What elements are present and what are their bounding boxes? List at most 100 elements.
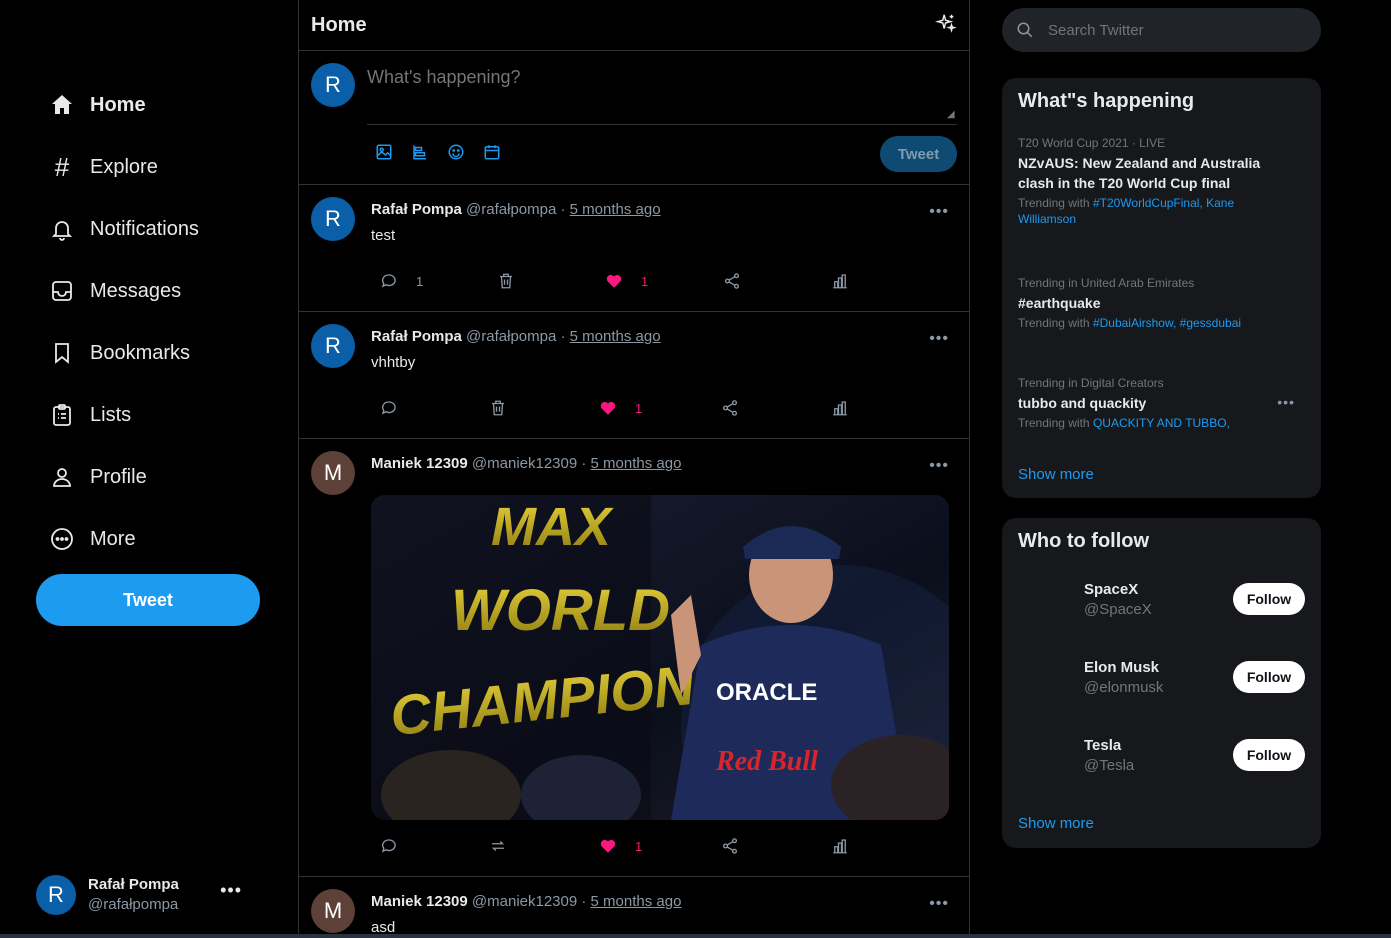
nav-bookmarks[interactable]: Bookmarks — [48, 333, 190, 373]
reply-button[interactable] — [380, 399, 398, 417]
tweet[interactable]: M Maniek 12309 @maniek12309 · 5 months a… — [299, 439, 969, 877]
tweet-author-handle: @maniek12309 — [471, 893, 578, 910]
nav-more[interactable]: More — [48, 519, 136, 559]
compose-input[interactable]: What's happening? — [367, 67, 521, 88]
tweet-author-name[interactable]: Maniek 12309 — [371, 893, 468, 910]
share-button[interactable] — [721, 399, 739, 417]
who-to-follow-panel: Who to follow SpaceX @SpaceX Follow Elon… — [1002, 518, 1321, 848]
trend-tags[interactable]: QUACKITY AND TUBBO, — [1093, 416, 1230, 430]
tweet-separator: · — [560, 201, 566, 218]
nav-notifications[interactable]: Notifications — [48, 209, 199, 249]
trend-title: #earthquake — [1018, 295, 1101, 311]
follow-handle: @Tesla — [1084, 757, 1135, 774]
analytics-button[interactable] — [831, 837, 849, 855]
resize-grip-icon[interactable]: ◢ — [947, 109, 955, 120]
tweet-separator: · — [581, 455, 587, 472]
follow-button[interactable]: Follow — [1233, 583, 1305, 615]
analytics-button[interactable] — [831, 399, 849, 417]
like-button[interactable]: 1 — [599, 837, 642, 855]
home-icon — [48, 91, 76, 119]
follow-button[interactable]: Follow — [1233, 661, 1305, 693]
tweet[interactable]: R Rafał Pompa @rafałpompa · 5 months ago… — [299, 185, 969, 312]
tweet-author-handle: @maniek12309 — [471, 455, 578, 472]
more-circle-icon — [48, 525, 76, 553]
follow-name[interactable]: SpaceX — [1084, 581, 1138, 598]
image-icon[interactable] — [375, 143, 393, 161]
retweet-button[interactable] — [489, 837, 507, 855]
tweet-author-name[interactable]: Rafał Pompa — [371, 201, 462, 218]
delete-button[interactable] — [497, 272, 515, 290]
like-button[interactable]: 1 — [605, 272, 648, 290]
like-button[interactable]: 1 — [599, 399, 642, 417]
nav-more-label: More — [90, 527, 136, 550]
trends-panel: What"s happening T20 World Cup 2021 · LI… — [1002, 78, 1321, 498]
follow-suggestion[interactable]: Tesla @Tesla Follow — [1002, 735, 1321, 785]
compose-tweet-button[interactable]: Tweet — [880, 136, 957, 172]
nav-explore[interactable]: # Explore — [48, 147, 158, 187]
nav-bookmarks-label: Bookmarks — [90, 341, 191, 364]
trends-show-more[interactable]: Show more — [1018, 466, 1094, 483]
follow-name[interactable]: Tesla — [1084, 737, 1121, 754]
delete-button[interactable] — [489, 399, 507, 417]
analytics-button[interactable] — [831, 272, 849, 290]
tweet-author-name[interactable]: Maniek 12309 — [371, 455, 468, 472]
avatar[interactable]: R — [311, 324, 355, 368]
nav-profile[interactable]: Profile — [48, 457, 147, 497]
schedule-icon[interactable] — [483, 143, 501, 161]
nav-notifications-label: Notifications — [90, 217, 199, 240]
user-icon — [48, 463, 76, 491]
follow-show-more[interactable]: Show more — [1018, 815, 1094, 832]
trend-item[interactable]: T20 World Cup 2021 · LIVE NZvAUS: New Ze… — [1018, 135, 1278, 227]
horizontal-scrollbar[interactable] — [0, 934, 1391, 938]
tweet-menu-icon[interactable]: ••• — [929, 330, 949, 348]
nav-home-label: Home — [90, 93, 146, 116]
tweet-menu-icon[interactable]: ••• — [929, 203, 949, 221]
tweet-time[interactable]: 5 months ago — [570, 201, 661, 218]
trend-item[interactable]: Trending in Digital Creators tubbo and q… — [1018, 375, 1278, 431]
tweet-text: vhhtby — [371, 354, 416, 371]
trend-menu-icon[interactable]: ••• — [1277, 394, 1295, 410]
sparkle-icon[interactable] — [934, 12, 957, 39]
tweet-image[interactable]: MAX WORLD CHAMPION ORACLE Red Bull — [371, 495, 949, 820]
follow-handle: @SpaceX — [1084, 601, 1152, 618]
poll-icon[interactable] — [411, 143, 429, 161]
trend-context: Trending in United Arab Emirates — [1018, 276, 1195, 290]
avatar[interactable]: R — [311, 197, 355, 241]
heart-icon — [600, 839, 616, 853]
tweet-time[interactable]: 5 months ago — [591, 455, 682, 472]
like-count: 1 — [635, 400, 643, 416]
trend-with-label: Trending with — [1018, 316, 1093, 330]
reply-button[interactable] — [380, 837, 398, 855]
follow-suggestion[interactable]: Elon Musk @elonmusk Follow — [1002, 657, 1321, 707]
emoji-icon[interactable] — [447, 143, 465, 161]
avatar[interactable]: M — [311, 889, 355, 933]
account-switcher[interactable]: R Rafał Pompa @rafałpompa ••• — [36, 872, 266, 918]
trend-context: Trending in Digital Creators — [1018, 376, 1164, 390]
trend-tags[interactable]: #DubaiAirshow, #gessdubai — [1093, 316, 1241, 330]
sidebar-tweet-button[interactable]: Tweet — [36, 574, 260, 626]
trend-item[interactable]: Trending in United Arab Emirates #earthq… — [1018, 275, 1278, 331]
tweet-time[interactable]: 5 months ago — [570, 328, 661, 345]
share-button[interactable] — [723, 272, 741, 290]
account-menu-icon[interactable]: ••• — [220, 880, 242, 901]
tweet-author-name[interactable]: Rafał Pompa — [371, 328, 462, 345]
follow-button[interactable]: Follow — [1233, 739, 1305, 771]
tweet[interactable]: R Rafał Pompa @rafałpompa · 5 months ago… — [299, 312, 969, 439]
share-button[interactable] — [721, 837, 739, 855]
follow-suggestion[interactable]: SpaceX @SpaceX Follow — [1002, 579, 1321, 629]
reply-button[interactable]: 1 — [380, 272, 423, 290]
tweet-time[interactable]: 5 months ago — [591, 893, 682, 910]
nav-home[interactable]: Home — [48, 85, 146, 125]
tweet-actions: 1 — [371, 837, 969, 857]
nav-messages[interactable]: Messages — [48, 271, 181, 311]
share-icon — [724, 273, 740, 289]
tweet-composer: R What's happening? ◢ Tweet — [299, 51, 969, 185]
tweet-menu-icon[interactable]: ••• — [929, 895, 949, 913]
tweet-menu-icon[interactable]: ••• — [929, 457, 949, 475]
follow-name[interactable]: Elon Musk — [1084, 659, 1159, 676]
avatar[interactable]: M — [311, 451, 355, 495]
tweet[interactable]: M Maniek 12309 @maniek12309 · 5 months a… — [299, 877, 969, 938]
nav-lists[interactable]: Lists — [48, 395, 131, 435]
reply-icon — [381, 401, 396, 415]
search-input[interactable]: Search Twitter — [1002, 8, 1321, 52]
